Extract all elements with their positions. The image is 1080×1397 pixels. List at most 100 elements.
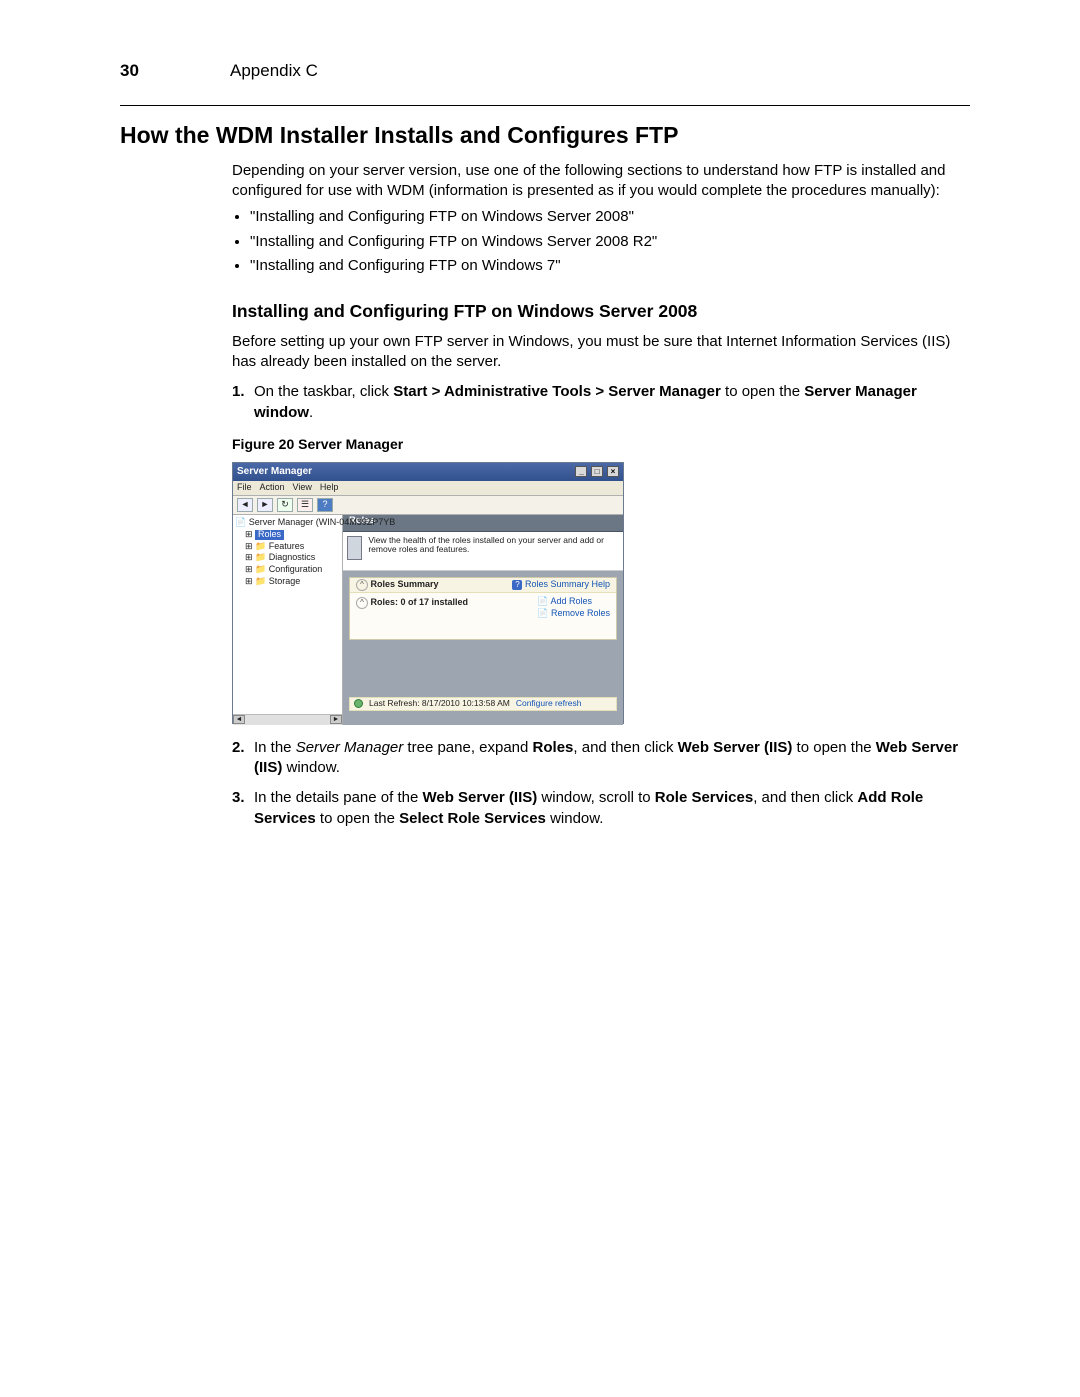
menu-help[interactable]: Help: [320, 483, 339, 493]
maximize-icon[interactable]: □: [591, 466, 603, 477]
bold-text: Roles: [533, 739, 574, 756]
step-number: 2.: [232, 738, 254, 779]
page-header: 30 Appendix C: [120, 60, 970, 83]
window-title: Server Manager: [237, 466, 312, 477]
tree-root[interactable]: 📄 Server Manager (WIN-04M39ZP7YB: [235, 517, 340, 529]
document-page: 30 Appendix C How the WDM Installer Inst…: [0, 0, 1080, 1397]
status-ok-icon: [354, 699, 363, 708]
status-text: Last Refresh: 8/17/2010 10:13:58 AM: [369, 699, 510, 708]
bullet-item: "Installing and Configuring FTP on Windo…: [250, 256, 970, 276]
expand-icon[interactable]: ^: [356, 597, 368, 609]
window-buttons: _ □ ×: [574, 466, 619, 477]
link-text: Remove Roles: [551, 608, 610, 618]
text: window, scroll to: [537, 789, 655, 806]
step-number: 3.: [232, 788, 254, 829]
tree-item-configuration[interactable]: ⊞ 📁 Configuration: [245, 564, 340, 576]
roles-count-text: Roles: 0 of 17 installed: [371, 597, 469, 607]
topic-bullets: "Installing and Configuring FTP on Windo…: [232, 207, 970, 276]
menu-bar: File Action View Help: [233, 481, 623, 496]
bullet-item: "Installing and Configuring FTP on Windo…: [250, 232, 970, 252]
bold-text: Role Services: [655, 789, 753, 806]
figure-caption: Figure 20 Server Manager: [232, 435, 970, 454]
text: to open the: [316, 810, 399, 827]
window-main-area: 📄 Server Manager (WIN-04M39ZP7YB ⊞ Roles…: [233, 515, 623, 725]
text: tree pane, expand: [403, 739, 532, 756]
tree-root-label: Server Manager (WIN-04M39ZP7YB: [249, 517, 396, 527]
tree-label: Diagnostics: [269, 552, 316, 562]
minimize-icon[interactable]: _: [575, 466, 587, 477]
menu-file[interactable]: File: [237, 483, 252, 493]
step-text: On the taskbar, click Start > Administra…: [254, 382, 970, 423]
scroll-left-icon[interactable]: ◄: [233, 715, 245, 724]
horizontal-scrollbar[interactable]: ◄ ►: [233, 714, 342, 725]
close-icon[interactable]: ×: [607, 466, 619, 477]
tree-item-diagnostics[interactable]: ⊞ 📁 Diagnostics: [245, 552, 340, 564]
tree-label: Configuration: [269, 564, 323, 574]
summary-title: Roles Summary: [371, 579, 439, 589]
italic-text: Server Manager: [296, 739, 404, 756]
page-number: 30: [120, 60, 230, 83]
summary-help-link[interactable]: ? Roles Summary Help: [512, 580, 610, 590]
tree-item-features[interactable]: ⊞ 📁 Features: [245, 541, 340, 553]
body-paragraph: Before setting up your own FTP server in…: [232, 332, 970, 373]
text: On the taskbar, click: [254, 383, 393, 400]
tree-label: Roles: [255, 530, 284, 540]
toolbar: ◄ ► ↻ ☰ ?: [233, 496, 623, 515]
banner-text: View the health of the roles installed o…: [368, 536, 619, 555]
scroll-right-icon[interactable]: ►: [330, 715, 342, 724]
back-arrow-icon[interactable]: ◄: [237, 498, 253, 512]
tree-item-roles[interactable]: ⊞ Roles: [245, 529, 340, 541]
heading-1: How the WDM Installer Installs and Confi…: [120, 120, 970, 151]
panel-body: ^ Roles: 0 of 17 installed 📄 Add Roles 📄…: [350, 593, 616, 639]
bullet-item: "Installing and Configuring FTP on Windo…: [250, 207, 970, 227]
help-icon: ?: [512, 580, 522, 590]
collapse-icon[interactable]: ^: [356, 579, 368, 591]
help-icon[interactable]: ?: [317, 498, 333, 512]
step-number: 1.: [232, 382, 254, 423]
menu-action[interactable]: Action: [260, 483, 285, 493]
forward-arrow-icon[interactable]: ►: [257, 498, 273, 512]
text: .: [309, 404, 313, 421]
tree-label: Storage: [269, 576, 301, 586]
step-2: 2. In the Server Manager tree pane, expa…: [232, 738, 970, 779]
intro-paragraph: Depending on your server version, use on…: [232, 161, 970, 202]
step-1: 1. On the taskbar, click Start > Adminis…: [232, 382, 970, 423]
configure-refresh-link[interactable]: Configure refresh: [516, 699, 582, 708]
bold-text: Start > Administrative Tools > Server Ma…: [393, 383, 721, 400]
text: , and then click: [573, 739, 677, 756]
window-titlebar[interactable]: Server Manager _ □ ×: [233, 463, 623, 481]
content-pane: Roles View the health of the roles insta…: [343, 515, 623, 725]
bold-text: Web Server (IIS): [678, 739, 793, 756]
body-column: Depending on your server version, use on…: [232, 161, 970, 829]
link-text: Add Roles: [550, 596, 592, 606]
tree-item-storage[interactable]: ⊞ 📁 Storage: [245, 576, 340, 588]
link-text: Roles Summary Help: [525, 579, 610, 589]
add-roles-link[interactable]: 📄 Add Roles: [537, 597, 610, 607]
step-text: In the details pane of the Web Server (I…: [254, 788, 970, 829]
roles-banner: View the health of the roles installed o…: [343, 532, 623, 571]
step-text: In the Server Manager tree pane, expand …: [254, 738, 970, 779]
heading-2: Installing and Configuring FTP on Window…: [232, 300, 970, 324]
text: to open the: [721, 383, 804, 400]
header-rule: [120, 105, 970, 106]
roles-count: ^ Roles: 0 of 17 installed: [356, 597, 468, 619]
tree-label: Features: [269, 541, 305, 551]
tree-pane[interactable]: 📄 Server Manager (WIN-04M39ZP7YB ⊞ Roles…: [233, 515, 343, 725]
chapter-label: Appendix C: [230, 60, 318, 83]
panel-title: ^ Roles Summary: [356, 579, 439, 591]
server-manager-window: Server Manager _ □ × File Action View He…: [232, 462, 624, 724]
bold-text: Select Role Services: [399, 810, 546, 827]
refresh-icon[interactable]: ↻: [277, 498, 293, 512]
text: window.: [282, 759, 340, 776]
text: In the details pane of the: [254, 789, 422, 806]
remove-roles-link[interactable]: 📄 Remove Roles: [537, 609, 610, 619]
properties-icon[interactable]: ☰: [297, 498, 313, 512]
status-bar: Last Refresh: 8/17/2010 10:13:58 AM Conf…: [349, 697, 617, 711]
bold-text: Web Server (IIS): [422, 789, 537, 806]
roles-summary-panel: ^ Roles Summary ? Roles Summary Help ^ R…: [349, 577, 617, 640]
menu-view[interactable]: View: [293, 483, 312, 493]
server-role-icon: [347, 536, 362, 560]
role-actions: 📄 Add Roles 📄 Remove Roles: [537, 597, 610, 619]
text: , and then click: [753, 789, 857, 806]
step-3: 3. In the details pane of the Web Server…: [232, 788, 970, 829]
